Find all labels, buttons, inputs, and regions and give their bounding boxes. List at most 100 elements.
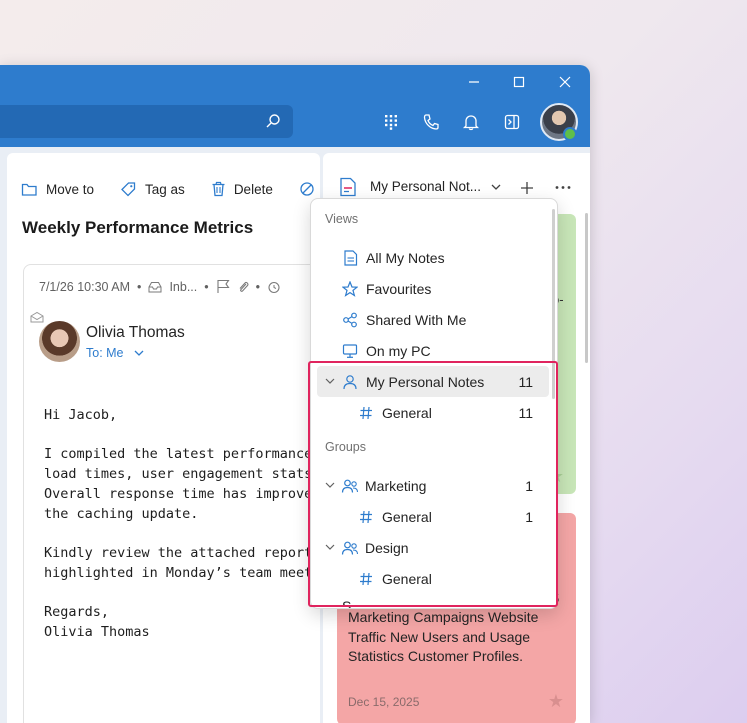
sender-avatar[interactable]: [39, 321, 80, 362]
views-section-label: Views: [325, 212, 359, 226]
hashtag-icon: [357, 570, 375, 588]
block-button[interactable]: [299, 181, 315, 197]
phone-icon[interactable]: [420, 111, 442, 133]
move-to-button[interactable]: Move to: [21, 182, 94, 197]
menu-item-label: Design: [365, 539, 409, 556]
bell-icon[interactable]: [460, 111, 482, 133]
add-note-icon[interactable]: [520, 181, 534, 195]
body-line: Olivia Thomas: [44, 624, 150, 640]
people-icon: [341, 539, 359, 557]
menu-item-design-general[interactable]: General: [317, 563, 549, 594]
move-to-label: Move to: [46, 181, 95, 197]
body-paragraph-2: Kindly review the attached report and hi…: [44, 543, 320, 583]
menu-item-count: 11: [518, 373, 533, 390]
trash-icon: [212, 181, 225, 197]
message-toolbar: Move to Tag as Delete: [21, 177, 320, 201]
recipient-label: To: Me: [86, 346, 124, 360]
menu-item-label: General: [382, 570, 432, 587]
star-icon: [341, 280, 359, 298]
menu-item-favourites[interactable]: Favourites: [317, 273, 549, 304]
message-subject: Weekly Performance Metrics: [22, 218, 254, 237]
menu-item-label: General: [382, 508, 432, 525]
menu-item-count: 11: [518, 404, 533, 421]
minimize-icon: [469, 81, 479, 83]
message-body: Hi Jacob, I compiled the latest performa…: [44, 405, 320, 661]
message-datetime: 7/1/26 10:30 AM: [39, 279, 131, 294]
separator-dot: •: [204, 279, 209, 294]
scrollbar[interactable]: [585, 213, 588, 363]
chevron-down-icon[interactable]: [321, 373, 339, 391]
menu-item-label: Marketing: [365, 477, 427, 494]
titlebar: [0, 65, 590, 147]
body-line: the caching update.: [44, 506, 199, 522]
menu-item-label: All My Notes: [366, 249, 445, 266]
menu-item-personal-general[interactable]: General 11: [317, 397, 549, 428]
presence-available-icon: [563, 127, 577, 141]
delete-label: Delete: [233, 181, 273, 197]
note-icon: [341, 249, 359, 267]
recipient-line[interactable]: To: Me: [86, 346, 144, 360]
search-icon[interactable]: [265, 113, 281, 134]
notes-view-title: My Personal Not...: [370, 179, 482, 194]
menu-item-design[interactable]: Design: [317, 532, 549, 563]
notes-view-selector[interactable]: My Personal Not...: [370, 179, 501, 194]
separator-dot: •: [137, 279, 142, 294]
separator-dot: •: [255, 279, 261, 294]
menu-item-label: On my PC: [366, 342, 431, 359]
side-panel-icon[interactable]: [501, 111, 523, 133]
folder-icon: [21, 183, 37, 196]
search-box[interactable]: [0, 105, 293, 138]
share-icon: [341, 311, 359, 329]
star-icon[interactable]: ★: [548, 691, 564, 712]
note-icon: [340, 177, 356, 197]
person-icon: [341, 373, 359, 391]
groups-section-label: Groups: [325, 440, 366, 454]
message-meta: 7/1/26 10:30 AM • Inb... • •: [39, 279, 281, 294]
menu-item-shared-with-me[interactable]: Shared With Me: [317, 304, 549, 335]
menu-item-all-my-notes[interactable]: All My Notes: [317, 242, 549, 273]
clock-icon[interactable]: [267, 280, 281, 294]
body-line: highlighted in Monday’s team meeting.: [44, 565, 320, 581]
menu-item-marketing[interactable]: Marketing 1: [317, 470, 549, 501]
body-closing: Regards, Olivia Thomas: [44, 602, 320, 642]
chevron-down-icon[interactable]: [321, 539, 339, 557]
hashtag-icon: [357, 508, 375, 526]
flag-icon[interactable]: [216, 279, 230, 294]
block-icon: [300, 182, 314, 196]
body-paragraph-1: I compiled the latest performance met lo…: [44, 444, 320, 524]
menu-item-marketing-general[interactable]: General 1: [317, 501, 549, 532]
delete-button[interactable]: Delete: [211, 181, 273, 197]
tag-as-label: Tag as: [145, 181, 185, 197]
chevron-down-icon[interactable]: [321, 477, 339, 495]
note-body: Marketing Campaigns Website Traffic New …: [348, 609, 539, 664]
body-greeting: Hi Jacob,: [44, 407, 118, 423]
reading-pane: Move to Tag as Delete Weekly Performance…: [7, 153, 320, 723]
note-date: Dec 15, 2025: [348, 695, 420, 709]
menu-item-count: 1: [525, 508, 533, 525]
menu-item-my-personal-notes[interactable]: My Personal Notes 11: [317, 366, 549, 397]
tag-as-button[interactable]: Tag as: [120, 181, 185, 197]
chevron-down-icon: [134, 350, 143, 356]
chevron-down-icon: [491, 184, 501, 190]
menu-item-count: 1: [525, 477, 533, 494]
hashtag-icon: [357, 404, 375, 422]
scrollbar[interactable]: [552, 209, 555, 399]
body-line: load times, user engagement stats, an: [44, 466, 320, 482]
minimize-button[interactable]: [451, 69, 497, 95]
notes-view-dropdown: Views All My Notes Favourites Shared Wit…: [310, 198, 558, 609]
menu-item-cutoff[interactable]: S...: [342, 598, 363, 608]
body-line: Regards,: [44, 604, 110, 620]
maximize-button[interactable]: [496, 69, 542, 95]
more-options-icon[interactable]: [555, 185, 571, 190]
tag-icon: [121, 182, 136, 197]
people-icon: [341, 477, 359, 495]
monitor-icon: [341, 342, 359, 360]
message-folder[interactable]: Inb...: [169, 280, 197, 294]
menu-item-on-my-pc[interactable]: On my PC: [317, 335, 549, 366]
sender-name[interactable]: Olivia Thomas: [86, 324, 185, 342]
body-line: Overall response time has improved by: [44, 486, 320, 502]
attachment-icon[interactable]: [237, 279, 249, 294]
apps-grid-icon[interactable]: [380, 111, 402, 133]
envelope-open-icon: [30, 311, 44, 323]
close-button[interactable]: [542, 69, 588, 95]
